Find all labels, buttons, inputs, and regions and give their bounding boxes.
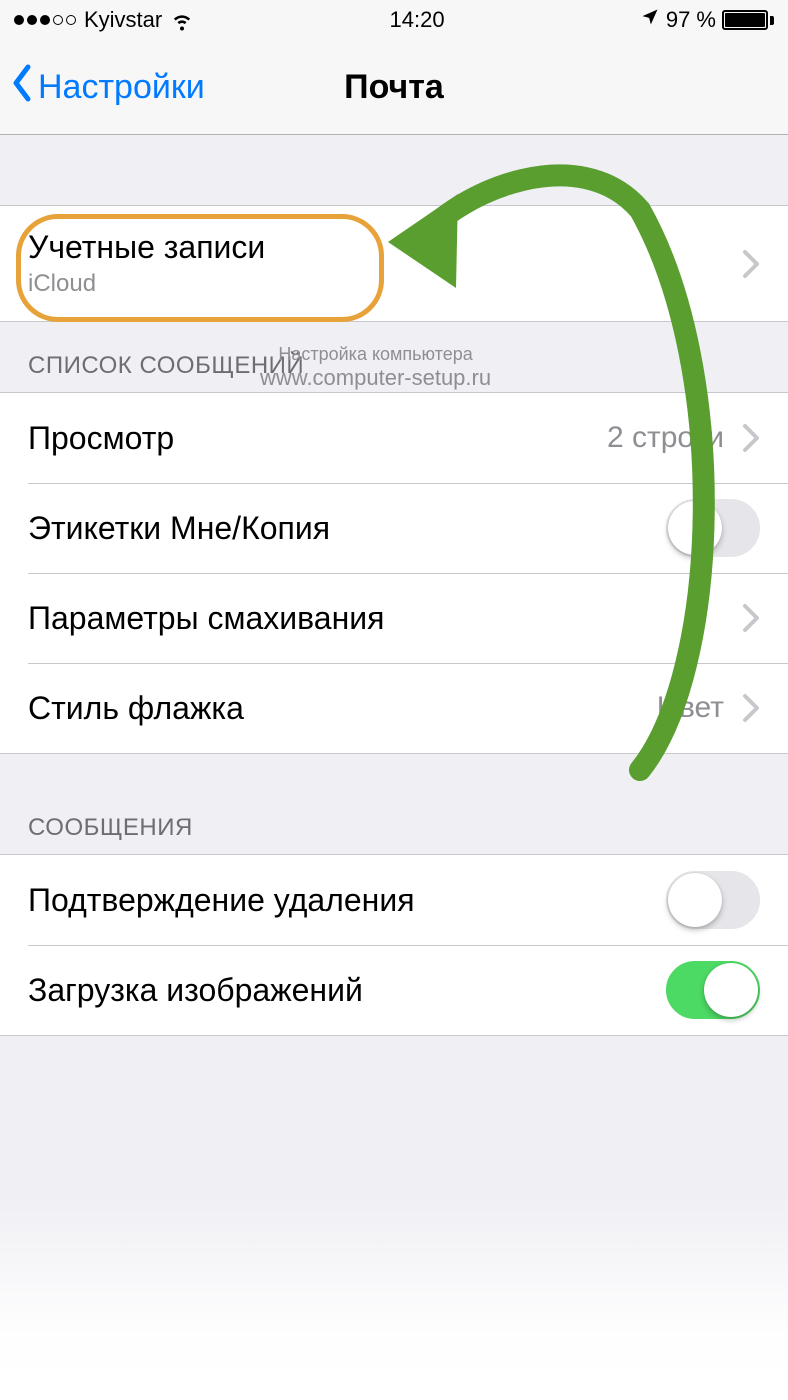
page-title: Почта xyxy=(344,68,444,107)
chevron-right-icon xyxy=(742,249,760,279)
battery-icon xyxy=(722,10,774,30)
accounts-subtitle: iCloud xyxy=(28,270,742,298)
status-left: Kyivstar xyxy=(14,7,194,33)
preview-value: 2 строки xyxy=(607,421,724,455)
labels-me-cc-label: Этикетки Мне/Копия xyxy=(28,510,666,547)
section-header-messages: СООБЩЕНИЯ xyxy=(0,754,788,854)
confirm-delete-cell[interactable]: Подтверждение удаления xyxy=(0,855,788,945)
flag-style-label: Стиль флажка xyxy=(28,690,657,727)
preview-label: Просмотр xyxy=(28,420,607,457)
confirm-delete-label: Подтверждение удаления xyxy=(28,882,666,919)
messages-group: Подтверждение удаления Загрузка изображе… xyxy=(0,854,788,1036)
list-group: Просмотр 2 строки Этикетки Мне/Копия Пар… xyxy=(0,392,788,754)
chevron-left-icon xyxy=(10,63,34,112)
accounts-group: Учетные записи iCloud xyxy=(0,205,788,322)
nav-bar: Настройки Почта xyxy=(0,40,788,135)
status-time: 14:20 xyxy=(390,7,445,33)
spacer xyxy=(0,135,788,205)
swipe-options-label: Параметры смахивания xyxy=(28,600,742,637)
accounts-title: Учетные записи xyxy=(28,229,742,266)
carrier-label: Kyivstar xyxy=(84,7,162,33)
chevron-right-icon xyxy=(742,603,760,633)
battery-percent: 97 % xyxy=(666,7,716,33)
confirm-delete-switch[interactable] xyxy=(666,871,760,929)
labels-me-cc-switch[interactable] xyxy=(666,499,760,557)
flag-style-value: Цвет xyxy=(657,691,724,725)
back-label: Настройки xyxy=(38,68,205,107)
load-images-switch[interactable] xyxy=(666,961,760,1019)
status-right: 97 % xyxy=(640,7,774,33)
section-header-list: СПИСОК СООБЩЕНИЙ xyxy=(0,322,788,392)
accounts-cell[interactable]: Учетные записи iCloud xyxy=(0,206,788,321)
fade-overlay xyxy=(0,1190,788,1400)
preview-cell[interactable]: Просмотр 2 строки xyxy=(0,393,788,483)
cellular-signal-icon xyxy=(14,15,76,25)
flag-style-cell[interactable]: Стиль флажка Цвет xyxy=(0,663,788,753)
wifi-icon xyxy=(170,8,194,32)
location-icon xyxy=(640,7,660,33)
back-button[interactable]: Настройки xyxy=(0,63,205,112)
chevron-right-icon xyxy=(742,693,760,723)
swipe-options-cell[interactable]: Параметры смахивания xyxy=(0,573,788,663)
load-images-cell[interactable]: Загрузка изображений xyxy=(0,945,788,1035)
load-images-label: Загрузка изображений xyxy=(28,972,666,1009)
chevron-right-icon xyxy=(742,423,760,453)
status-bar: Kyivstar 14:20 97 % xyxy=(0,0,788,40)
labels-me-cc-cell[interactable]: Этикетки Мне/Копия xyxy=(0,483,788,573)
